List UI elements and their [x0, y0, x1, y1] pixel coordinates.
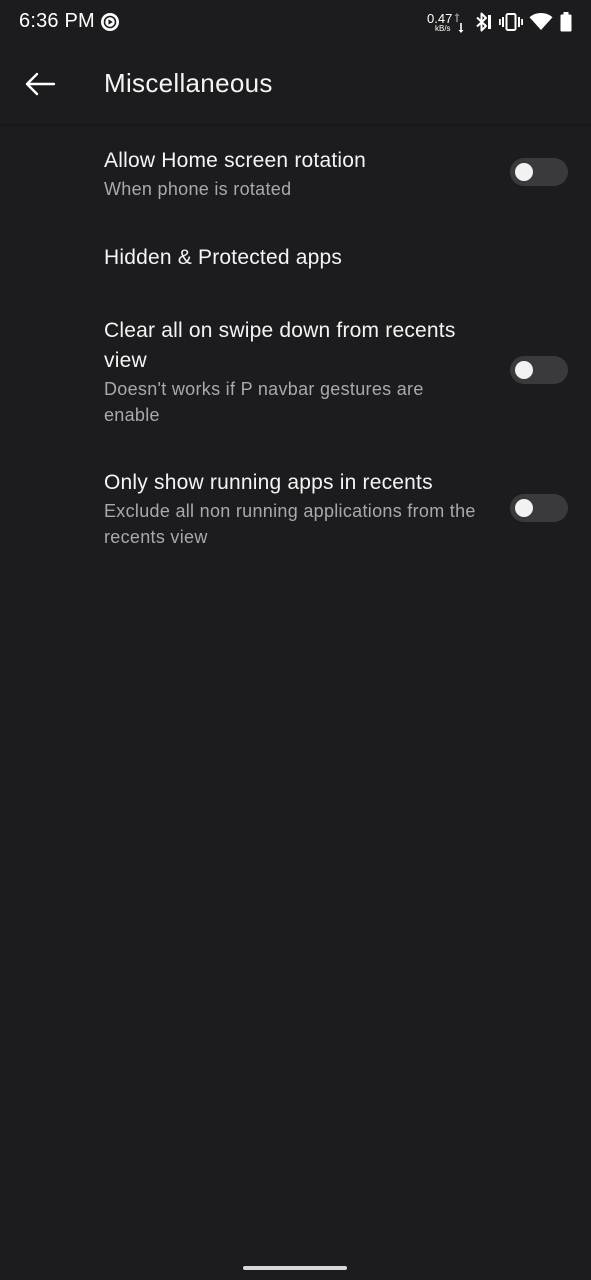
back-button[interactable]	[20, 64, 60, 104]
media-app-icon	[101, 13, 119, 31]
setting-text: Allow Home screen rotation When phone is…	[104, 146, 484, 202]
battery-icon	[560, 12, 572, 32]
setting-text: Only show running apps in recents Exclud…	[104, 468, 484, 550]
setting-clear-all-swipe-down[interactable]: Clear all on swipe down from recents vie…	[0, 296, 591, 446]
setting-hidden-protected-apps[interactable]: Hidden & Protected apps	[0, 220, 591, 296]
setting-summary: Doesn't works if P navbar gestures are e…	[104, 379, 424, 425]
setting-title: Only show running apps in recents	[104, 471, 433, 494]
setting-summary: When phone is rotated	[104, 179, 292, 199]
bluetooth-icon	[476, 12, 491, 32]
setting-title: Clear all on swipe down from recents vie…	[104, 319, 456, 372]
setting-text: Hidden & Protected apps	[104, 243, 484, 273]
page-title: Miscellaneous	[104, 68, 273, 98]
vibrate-icon	[499, 13, 523, 31]
switch-thumb	[515, 163, 533, 181]
setting-title: Allow Home screen rotation	[104, 149, 366, 172]
setting-only-running-apps[interactable]: Only show running apps in recents Exclud…	[0, 446, 591, 570]
arrow-left-icon	[25, 72, 56, 96]
setting-text: Clear all on swipe down from recents vie…	[104, 316, 484, 428]
switch-thumb	[515, 499, 533, 517]
transfer-arrows-icon	[454, 13, 464, 33]
setting-summary: Exclude all non running applications fro…	[104, 501, 476, 547]
setting-home-screen-rotation[interactable]: Allow Home screen rotation When phone is…	[0, 124, 591, 220]
status-icons: 0.47 kB/s	[427, 8, 573, 36]
home-rotation-switch[interactable]	[510, 158, 568, 186]
status-bar: 6:36 PM 0.47 kB/s	[0, 0, 591, 44]
switch-thumb	[515, 361, 533, 379]
home-indicator[interactable]	[243, 1266, 347, 1270]
wifi-icon	[529, 13, 553, 30]
app-bar: Miscellaneous	[0, 44, 591, 124]
setting-title: Hidden & Protected apps	[104, 246, 343, 269]
network-speed: 0.47 kB/s	[427, 8, 464, 36]
status-time: 6:36 PM	[19, 10, 95, 32]
running-apps-switch[interactable]	[510, 494, 568, 522]
network-speed-unit: kB/s	[435, 24, 451, 33]
clear-all-switch[interactable]	[510, 356, 568, 384]
